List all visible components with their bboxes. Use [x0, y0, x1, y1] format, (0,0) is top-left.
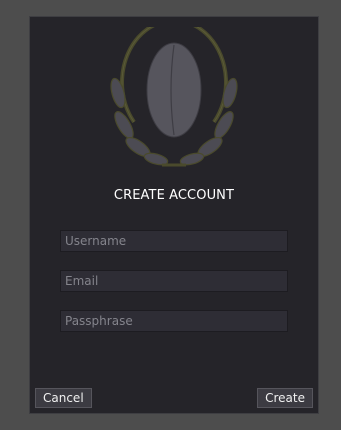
laurel-emblem-icon	[110, 27, 238, 167]
dialog-title: CREATE ACCOUNT	[113, 188, 235, 203]
create-account-dialog: CREATE ACCOUNT Cancel Create	[30, 17, 318, 413]
passphrase-field[interactable]	[60, 310, 288, 332]
email-field[interactable]	[60, 270, 288, 292]
cancel-button[interactable]: Cancel	[35, 388, 92, 408]
create-button[interactable]: Create	[257, 388, 313, 408]
username-field[interactable]	[60, 230, 288, 252]
